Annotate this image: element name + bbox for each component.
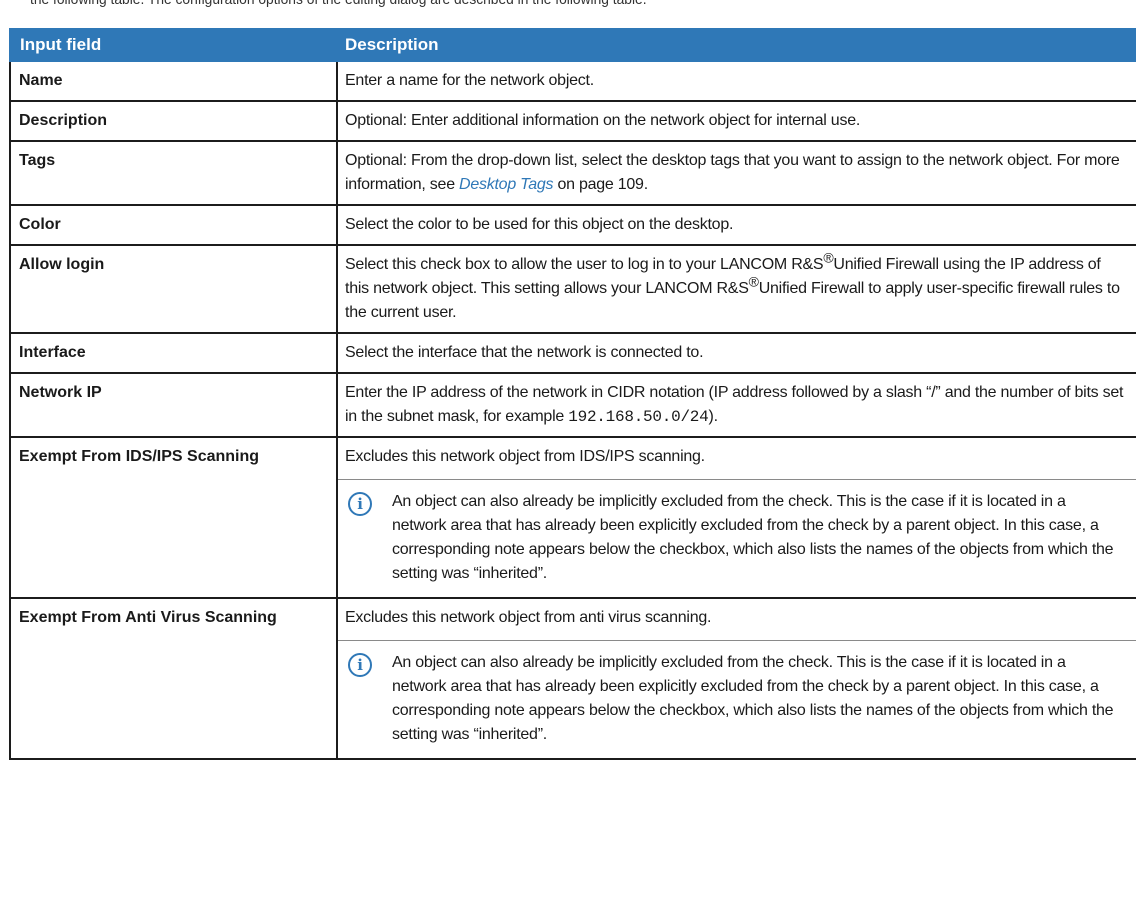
page-caption: the following table. The configuration o… bbox=[30, 0, 647, 8]
desc-text: ). bbox=[708, 408, 719, 425]
row-description: Enter the IP address of the network in C… bbox=[336, 372, 1136, 438]
info-note: i An object can also already be implicit… bbox=[345, 480, 1128, 590]
header-input-field: Input field bbox=[9, 28, 338, 62]
registered-mark: ® bbox=[823, 249, 834, 266]
row-description: Excludes this network object from IDS/IP… bbox=[336, 436, 1136, 599]
desc-text: on page 109. bbox=[553, 176, 648, 193]
table-row: Interface Select the interface that the … bbox=[9, 332, 1136, 374]
table-row: Color Select the color to be used for th… bbox=[9, 204, 1136, 246]
row-description: Excludes this network object from anti v… bbox=[336, 597, 1136, 760]
desc-text: Excludes this network object from IDS/IP… bbox=[345, 448, 705, 465]
table-row: Allow login Select this check box to all… bbox=[9, 244, 1136, 334]
row-label: Color bbox=[9, 204, 338, 246]
registered-mark: ® bbox=[748, 273, 759, 290]
row-description: Optional: From the drop-down list, selec… bbox=[336, 140, 1136, 206]
row-label: Allow login bbox=[9, 244, 338, 334]
table-row: Network IP Enter the IP address of the n… bbox=[9, 372, 1136, 438]
header-description: Description bbox=[336, 28, 1136, 62]
row-label: Interface bbox=[9, 332, 338, 374]
row-label: Network IP bbox=[9, 372, 338, 438]
row-description: Optional: Enter additional information o… bbox=[336, 100, 1136, 142]
note-text: An object can also already be implicitly… bbox=[392, 493, 1114, 582]
cidr-example: 192.168.50.0/24 bbox=[568, 408, 709, 426]
table-row: Name Enter a name for the network object… bbox=[9, 60, 1136, 102]
info-icon: i bbox=[348, 653, 372, 677]
info-icon: i bbox=[348, 492, 372, 516]
table-row: Exempt From Anti Virus Scanning Excludes… bbox=[9, 597, 1136, 760]
row-label: Exempt From Anti Virus Scanning bbox=[9, 597, 338, 760]
table-row: Description Optional: Enter additional i… bbox=[9, 100, 1136, 142]
table-header-row: Input field Description bbox=[9, 28, 1136, 62]
desc-text: Select this check box to allow the user … bbox=[345, 256, 824, 273]
info-note: i An object can also already be implicit… bbox=[345, 641, 1128, 751]
row-label: Exempt From IDS/IPS Scanning bbox=[9, 436, 338, 599]
row-label: Description bbox=[9, 100, 338, 142]
desc-text: Enter the IP address of the network in C… bbox=[345, 384, 1124, 425]
table-row: Tags Optional: From the drop-down list, … bbox=[9, 140, 1136, 206]
desc-text: Excludes this network object from anti v… bbox=[345, 609, 712, 626]
row-label: Name bbox=[9, 60, 338, 102]
note-text: An object can also already be implicitly… bbox=[392, 654, 1114, 743]
row-description: Select the interface that the network is… bbox=[336, 332, 1136, 374]
desktop-tags-link[interactable]: Desktop Tags bbox=[459, 176, 554, 193]
input-field-table: Input field Description Name Enter a nam… bbox=[9, 28, 1136, 760]
row-description: Select the color to be used for this obj… bbox=[336, 204, 1136, 246]
row-label: Tags bbox=[9, 140, 338, 206]
row-description: Select this check box to allow the user … bbox=[336, 244, 1136, 334]
row-description: Enter a name for the network object. bbox=[336, 60, 1136, 102]
table-row: Exempt From IDS/IPS Scanning Excludes th… bbox=[9, 436, 1136, 599]
